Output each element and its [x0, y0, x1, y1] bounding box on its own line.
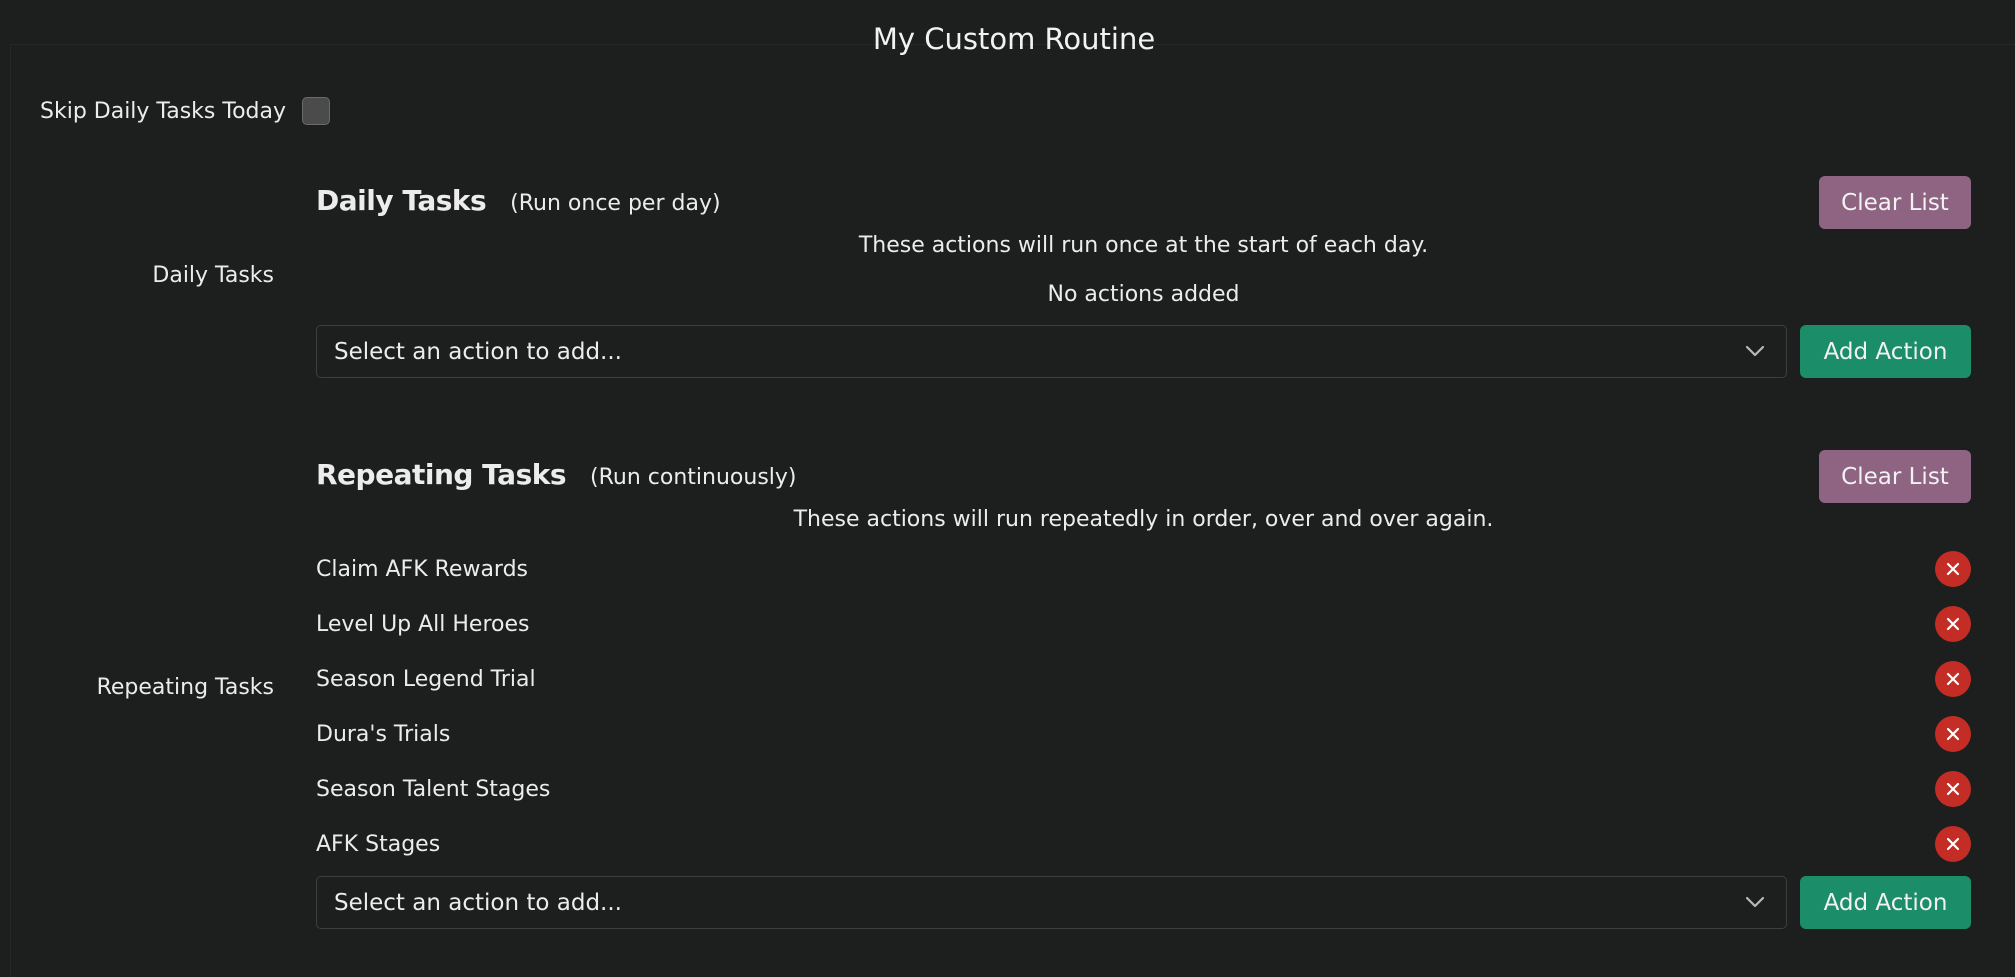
task-label: Season Talent Stages	[316, 776, 551, 802]
daily-add-action-button[interactable]: Add Action	[1800, 325, 1971, 378]
list-item: AFK Stages	[316, 821, 1971, 867]
list-item: Season Talent Stages	[316, 766, 1971, 812]
close-icon	[1946, 727, 1960, 741]
repeating-select-placeholder: Select an action to add...	[334, 889, 622, 916]
repeating-tasks-side-label: Repeating Tasks	[96, 675, 274, 700]
repeating-tasks-header: Repeating Tasks (Run continuously)	[316, 458, 797, 491]
remove-button[interactable]	[1935, 551, 1971, 587]
repeating-add-action-button[interactable]: Add Action	[1800, 876, 1971, 929]
task-label: Claim AFK Rewards	[316, 556, 529, 582]
list-item: Dura's Trials	[316, 711, 1971, 757]
repeating-action-select[interactable]: Select an action to add...	[316, 876, 1787, 929]
skip-daily-row: Skip Daily Tasks Today	[40, 94, 330, 128]
remove-button[interactable]	[1935, 661, 1971, 697]
repeating-tasks-subheading: (Run continuously)	[590, 465, 797, 490]
daily-tasks-side-label: Daily Tasks	[152, 263, 274, 288]
page-title: My Custom Routine	[872, 22, 1156, 56]
repeating-tasks-heading: Repeating Tasks	[316, 458, 567, 491]
chevron-down-icon	[1745, 345, 1765, 357]
daily-tasks-header: Daily Tasks (Run once per day)	[316, 184, 721, 217]
daily-select-placeholder: Select an action to add...	[334, 338, 622, 365]
close-icon	[1946, 672, 1960, 686]
task-label: Level Up All Heroes	[316, 611, 530, 637]
remove-button[interactable]	[1935, 826, 1971, 862]
close-icon	[1946, 782, 1960, 796]
close-icon	[1946, 562, 1960, 576]
daily-tasks-heading: Daily Tasks	[316, 184, 487, 217]
repeating-clear-list-button[interactable]: Clear List	[1819, 450, 1971, 503]
close-icon	[1946, 837, 1960, 851]
daily-action-select[interactable]: Select an action to add...	[316, 325, 1787, 378]
daily-empty-message: No actions added	[1047, 282, 1240, 307]
daily-clear-list-button[interactable]: Clear List	[1819, 176, 1971, 229]
daily-tasks-description: These actions will run once at the start…	[858, 233, 1429, 258]
skip-daily-checkbox[interactable]	[302, 97, 330, 125]
list-item: Season Legend Trial	[316, 656, 1971, 702]
task-label: AFK Stages	[316, 831, 441, 857]
list-item: Level Up All Heroes	[316, 601, 1971, 647]
remove-button[interactable]	[1935, 606, 1971, 642]
remove-button[interactable]	[1935, 771, 1971, 807]
chevron-down-icon	[1745, 896, 1765, 908]
close-icon	[1946, 617, 1960, 631]
list-item: Claim AFK Rewards	[316, 546, 1971, 592]
remove-button[interactable]	[1935, 716, 1971, 752]
repeating-tasks-description: These actions will run repeatedly in ord…	[793, 507, 1494, 532]
task-label: Dura's Trials	[316, 721, 451, 747]
task-label: Season Legend Trial	[316, 666, 536, 692]
daily-tasks-subheading: (Run once per day)	[510, 191, 721, 216]
skip-daily-label: Skip Daily Tasks Today	[40, 98, 286, 124]
